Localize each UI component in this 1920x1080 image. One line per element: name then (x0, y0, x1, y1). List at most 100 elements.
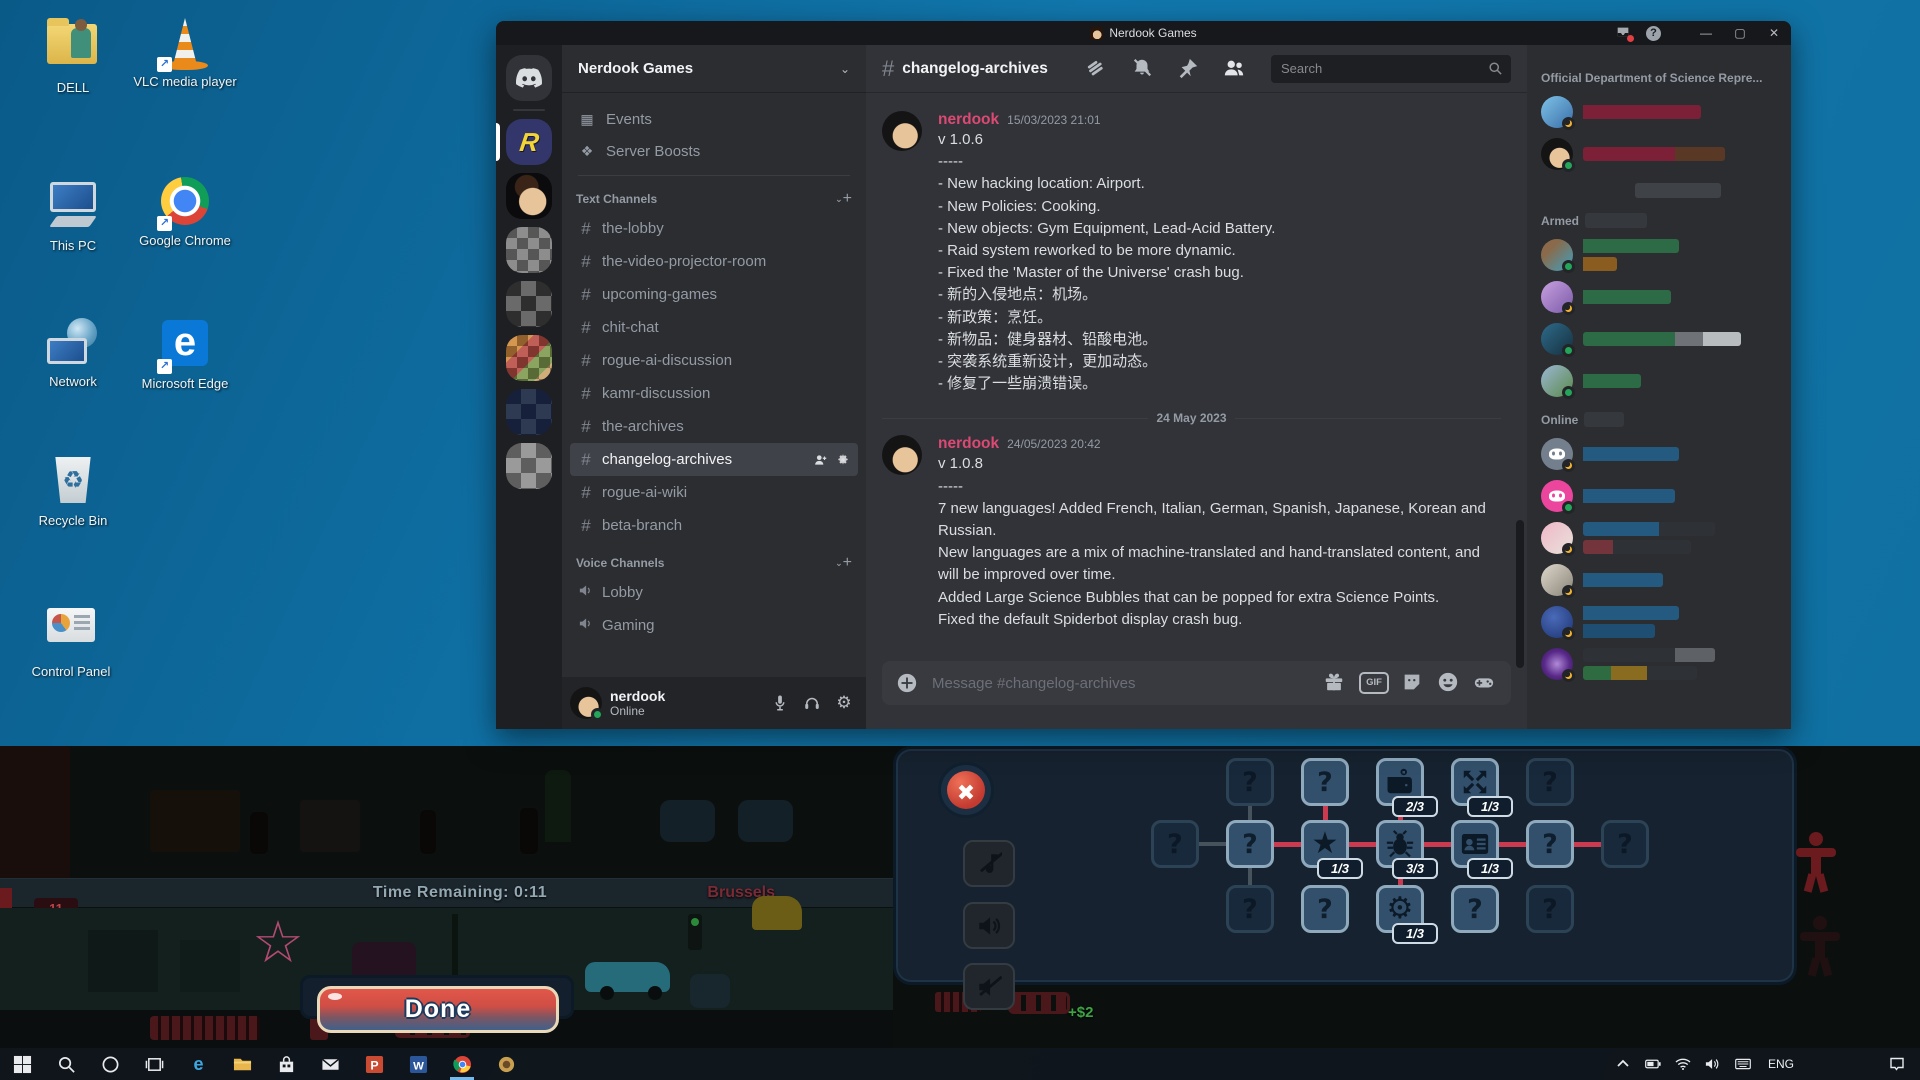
notifications-muted-icon[interactable] (1131, 57, 1155, 81)
minimize-button[interactable]: — (1689, 21, 1723, 45)
server-icon-face[interactable] (506, 173, 552, 219)
channel-the-archives[interactable]: #the-archives (570, 410, 858, 443)
member-row[interactable] (1539, 517, 1779, 559)
message-author[interactable]: nerdook (938, 111, 999, 129)
language-indicator[interactable]: ENG (1758, 1057, 1804, 1071)
channel-rogue-ai-wiki[interactable]: #rogue-ai-wiki (570, 476, 858, 509)
sticker-icon[interactable] (1401, 671, 1425, 695)
threads-icon[interactable] (1085, 57, 1109, 81)
tree-node-unknown-locked[interactable]: ? (1151, 820, 1199, 868)
desktop-icon-microsoft-edge[interactable]: e↗Microsoft Edge (130, 318, 240, 392)
desktop-icon-network[interactable]: Network (18, 318, 128, 390)
sound-mute-button[interactable] (963, 963, 1015, 1010)
message-input[interactable] (930, 674, 1311, 693)
desktop-icon-google-chrome[interactable]: ↗Google Chrome (130, 175, 240, 249)
avatar[interactable] (882, 111, 922, 151)
channel-rogue-ai-discussion[interactable]: #rogue-ai-discussion (570, 344, 858, 377)
channel-the-video-projector-room[interactable]: #the-video-projector-room (570, 245, 858, 278)
tray-chevron-up-icon[interactable] (1608, 1048, 1638, 1080)
voice-channel-lobby[interactable]: Lobby (570, 576, 858, 609)
music-mute-button[interactable] (963, 840, 1015, 887)
attach-plus-icon[interactable] (896, 672, 918, 694)
gamepad-icon[interactable] (1473, 671, 1497, 695)
sidebar-item-server-boosts[interactable]: ❖Server Boosts (570, 135, 858, 167)
tree-node-unknown-locked[interactable]: ? (1526, 885, 1574, 933)
member-row[interactable] (1539, 433, 1779, 475)
desktop-icon-control-panel[interactable]: Control Panel (16, 600, 126, 680)
gift-icon[interactable] (1323, 671, 1347, 695)
channel-beta-branch[interactable]: #beta-branch (570, 509, 858, 542)
taskbar-mail-icon[interactable] (308, 1048, 352, 1080)
member-row[interactable] (1539, 601, 1779, 643)
text-channels-section[interactable]: Text Channels⌄+ (570, 186, 858, 212)
tree-node-unknown-locked[interactable]: ? (1526, 758, 1574, 806)
member-row[interactable] (1539, 276, 1779, 318)
mic-icon[interactable] (766, 689, 794, 717)
tree-node-unknown[interactable]: ? (1451, 885, 1499, 933)
taskbar-powerpoint-icon[interactable]: P (352, 1048, 396, 1080)
channel-the-lobby[interactable]: #the-lobby (570, 212, 858, 245)
member-row[interactable] (1539, 360, 1779, 402)
message-author[interactable]: nerdook (938, 435, 999, 453)
server-icon-blurred[interactable] (506, 443, 552, 489)
voice-channels-section[interactable]: Voice Channels⌄+ (570, 550, 858, 576)
member-row[interactable] (1539, 643, 1779, 685)
desktop-icon-recycle-bin[interactable]: ♻Recycle Bin (18, 455, 128, 529)
server-icon-blurred[interactable] (506, 497, 552, 543)
desktop-icon-dell[interactable]: DELL (18, 16, 128, 96)
sound-button[interactable] (963, 902, 1015, 949)
discord-home-button[interactable] (506, 55, 552, 101)
avatar[interactable] (882, 435, 922, 475)
gear-icon[interactable]: ⚙ (830, 689, 858, 717)
maximize-button[interactable]: ▢ (1723, 21, 1757, 45)
server-icon-blurred[interactable] (506, 281, 552, 327)
inbox-icon[interactable] (1614, 25, 1632, 41)
taskbar-file-explorer-icon[interactable] (220, 1048, 264, 1080)
member-row[interactable] (1539, 318, 1779, 360)
tree-node-unknown-locked[interactable]: ? (1226, 885, 1274, 933)
taskbar-word-icon[interactable]: W (396, 1048, 440, 1080)
tree-node-unknown-locked[interactable]: ? (1226, 758, 1274, 806)
server-header[interactable]: Nerdook Games ⌄ (562, 45, 866, 93)
emoji-icon[interactable] (1437, 671, 1461, 695)
tree-node-unknown[interactable]: ? (1226, 820, 1274, 868)
member-row[interactable] (1539, 559, 1779, 601)
create-channel-icon[interactable]: + (843, 190, 852, 208)
keyboard-icon[interactable] (1728, 1048, 1758, 1080)
close-button[interactable]: ✖ (938, 762, 994, 818)
gif-icon[interactable]: GIF (1359, 672, 1389, 694)
member-list-icon[interactable] (1223, 57, 1247, 81)
desktop-icon-this-pc[interactable]: This PC (18, 180, 128, 254)
wifi-icon[interactable] (1668, 1048, 1698, 1080)
channel-kamr-discussion[interactable]: #kamr-discussion (570, 377, 858, 410)
member-row[interactable] (1539, 91, 1779, 133)
tree-node-unknown[interactable]: ? (1301, 758, 1349, 806)
done-button[interactable]: Done (317, 986, 559, 1033)
server-icon-blurred[interactable] (506, 389, 552, 435)
sidebar-item-events[interactable]: ▦Events (570, 103, 858, 135)
battery-icon[interactable] (1638, 1048, 1668, 1080)
pin-icon[interactable] (1177, 57, 1201, 81)
taskbar-cortana-icon[interactable] (88, 1048, 132, 1080)
taskbar-store-icon[interactable] (264, 1048, 308, 1080)
create-channel-icon[interactable]: + (843, 554, 852, 572)
taskbar-task-view-icon[interactable] (132, 1048, 176, 1080)
voice-channel-gaming[interactable]: Gaming (570, 609, 858, 642)
taskbar-start-icon[interactable] (0, 1048, 44, 1080)
member-row[interactable] (1539, 133, 1779, 175)
taskbar-search-icon[interactable] (44, 1048, 88, 1080)
action-center-icon[interactable] (1882, 1048, 1912, 1080)
avatar[interactable] (570, 687, 602, 719)
taskbar-chrome-icon[interactable] (440, 1048, 484, 1080)
scrollbar[interactable] (1516, 520, 1524, 668)
help-icon[interactable]: ? (1646, 26, 1661, 41)
channel-chit-chat[interactable]: #chit-chat (570, 311, 858, 344)
member-row[interactable] (1539, 234, 1779, 276)
tree-node-unknown[interactable]: ? (1526, 820, 1574, 868)
server-icon-nerdook-games[interactable]: R (506, 119, 552, 165)
search-input[interactable] (1279, 60, 1488, 77)
headphones-icon[interactable] (798, 689, 826, 717)
taskbar-edge-icon[interactable]: e (176, 1048, 220, 1080)
member-row[interactable] (1539, 475, 1779, 517)
channel-changelog-archives[interactable]: #changelog-archives (570, 443, 858, 476)
